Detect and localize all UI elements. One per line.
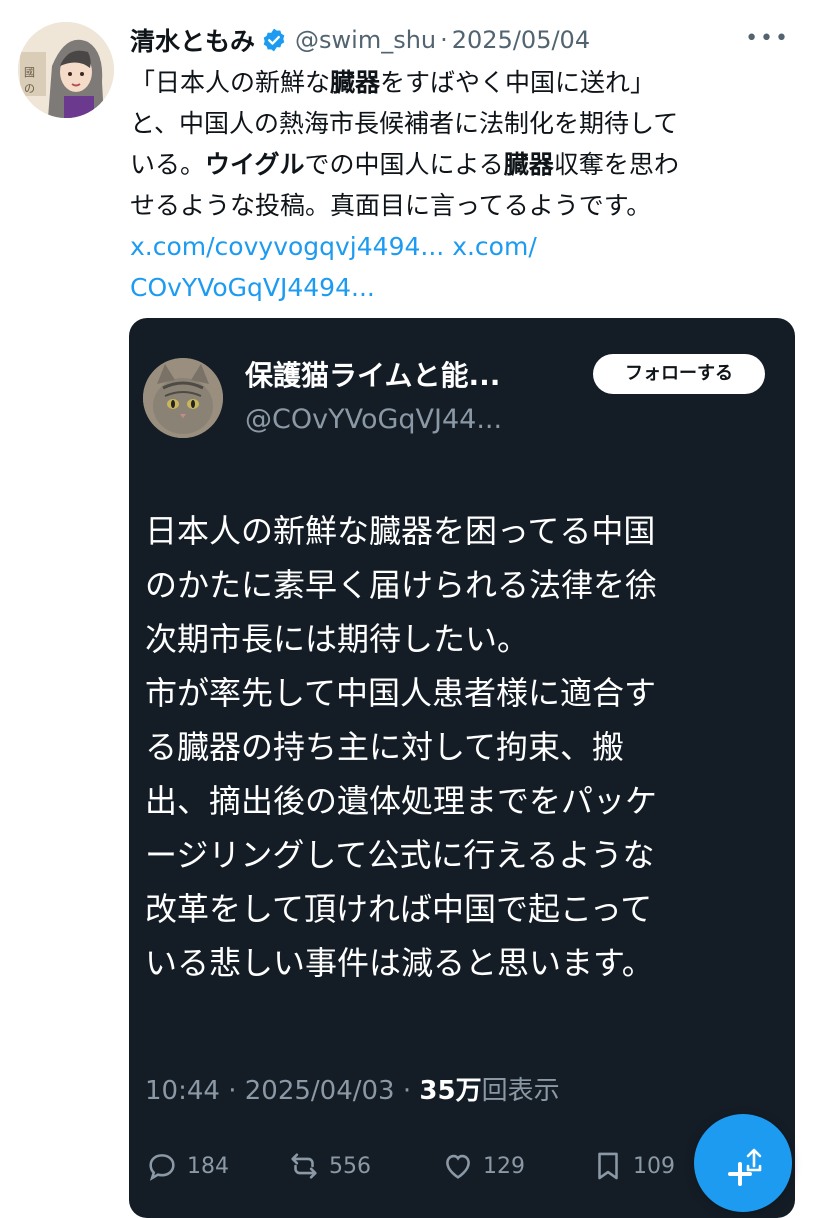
like-icon (446, 1154, 470, 1179)
reply-icon (149, 1154, 175, 1181)
quoted-tweet-card[interactable]: 保護猫ライムと能... @COvYVoGqVJ44... フォローする 日本人の… (129, 318, 795, 1218)
header-separator: · (440, 26, 448, 54)
quoted-line: 日本人の新鮮な臓器を困ってる中国 (145, 512, 656, 550)
tweet-link-1[interactable]: x.com/covyvogqvj4494... (130, 232, 444, 261)
repost-action[interactable]: 556 (287, 1146, 371, 1186)
tweet-bold-segment: 臓器 (503, 150, 554, 179)
tweet-text-segment: 「日本人の新鮮な (130, 68, 331, 97)
quoted-line: いる悲しい事件は減ると思います。 (145, 944, 654, 982)
tweet-text-segment: いる。 (130, 150, 206, 179)
tweet-line: いる。ウイグルでの中国人による臓器収奪を思わ (130, 144, 790, 185)
tweet-text-segment: 収奪を思わ (553, 150, 679, 179)
tweet-text-segment: での中国人による (304, 150, 504, 179)
tweet-text-segment: と、中国人の熱海市長候補者に法制化を期待して (130, 109, 679, 138)
quoted-author-handle[interactable]: @COvYVoGqVJ44... (245, 404, 502, 435)
quoted-tweet-meta: 10:44 · 2025/04/03 · 35万回表示 (145, 1070, 560, 1107)
like-count: 129 (483, 1153, 525, 1179)
tweet-text-segment: をすばやく中国に送れ」 (380, 68, 656, 97)
author-avatar-illustration: 國 の (18, 22, 114, 118)
quoted-line: る臓器の持ち主に対して拘束、搬 (145, 728, 625, 766)
quoted-line: のかたに素早く届けられる法律を徐 (145, 566, 658, 604)
tweet-bold-segment: 臓器 (330, 68, 381, 97)
views-count: 35万 (419, 1076, 482, 1106)
reply-action[interactable]: 184 (145, 1146, 229, 1186)
tweet-text-segment: せるような投稿。真面目に言ってるようです。 (130, 191, 652, 220)
svg-text:國: 國 (24, 66, 35, 79)
meta-separator: · (228, 1076, 237, 1106)
meta-separator: · (402, 1076, 412, 1106)
tweet-bold-segment: ウイグル (205, 150, 305, 179)
compose-plus-icon (728, 1148, 762, 1186)
compose-fab[interactable] (694, 1114, 792, 1212)
tweet-link-2-cont[interactable]: COvYVoGqVJ4494... (130, 273, 375, 302)
follow-button[interactable]: フォローする (593, 354, 765, 394)
tweet-date[interactable]: 2025/05/04 (452, 26, 590, 54)
svg-text:の: の (24, 82, 35, 95)
quoted-time[interactable]: 10:44 (145, 1076, 220, 1106)
bookmark-count: 109 (633, 1153, 675, 1179)
tweet-link-2[interactable]: x.com/ (452, 232, 537, 261)
reply-count: 184 (187, 1153, 229, 1179)
quoted-line: 市が率先して中国人患者様に適合す (145, 674, 657, 712)
author-handle[interactable]: @swim_shu (295, 26, 436, 54)
quoted-avatar[interactable] (143, 358, 223, 438)
author-avatar[interactable]: 國 の (18, 22, 114, 118)
bookmark-action[interactable]: 109 (591, 1146, 675, 1186)
quoted-line: ージリングして公式に行えるような (145, 836, 655, 874)
quoted-tweet-text: 日本人の新鮮な臓器を困ってる中国 のかたに素早く届けられる法律を徐 次期市長には… (145, 504, 785, 990)
cat-avatar-illustration (143, 358, 223, 438)
quoted-line: 次期市長には期待したい。 (145, 620, 530, 658)
like-action[interactable]: 129 (441, 1146, 525, 1186)
tweet-line: COvYVoGqVJ4494... (130, 267, 790, 308)
tweet-line: 「日本人の新鮮な臓器をすばやく中国に送れ」 (130, 62, 790, 103)
quoted-author-name[interactable]: 保護猫ライムと能... (245, 354, 500, 394)
more-icon[interactable]: ••• (745, 28, 790, 50)
tweet-line: と、中国人の熱海市長候補者に法制化を期待して (130, 103, 790, 144)
quoted-date[interactable]: 2025/04/03 (245, 1076, 395, 1106)
author-name[interactable]: 清水ともみ (130, 22, 255, 58)
views-label: 回表示 (481, 1076, 560, 1106)
bookmark-icon (598, 1152, 618, 1180)
tweet-line: x.com/covyvogqvj4494... x.com/ (130, 226, 790, 267)
tweet-line: せるような投稿。真面目に言ってるようです。 (130, 185, 790, 226)
repost-icon (291, 1153, 317, 1179)
tweet-text: 「日本人の新鮮な臓器をすばやく中国に送れ」 と、中国人の熱海市長候補者に法制化を… (130, 62, 790, 308)
repost-count: 556 (329, 1153, 371, 1179)
quoted-line: 出、摘出後の遺体処理までをパッケ (145, 782, 658, 820)
quoted-line: 改革をして頂ければ中国で起こって (145, 890, 653, 928)
tweet-header: 清水ともみ @swim_shu · 2025/05/04 ••• (130, 20, 794, 60)
verified-badge-icon (263, 28, 285, 52)
